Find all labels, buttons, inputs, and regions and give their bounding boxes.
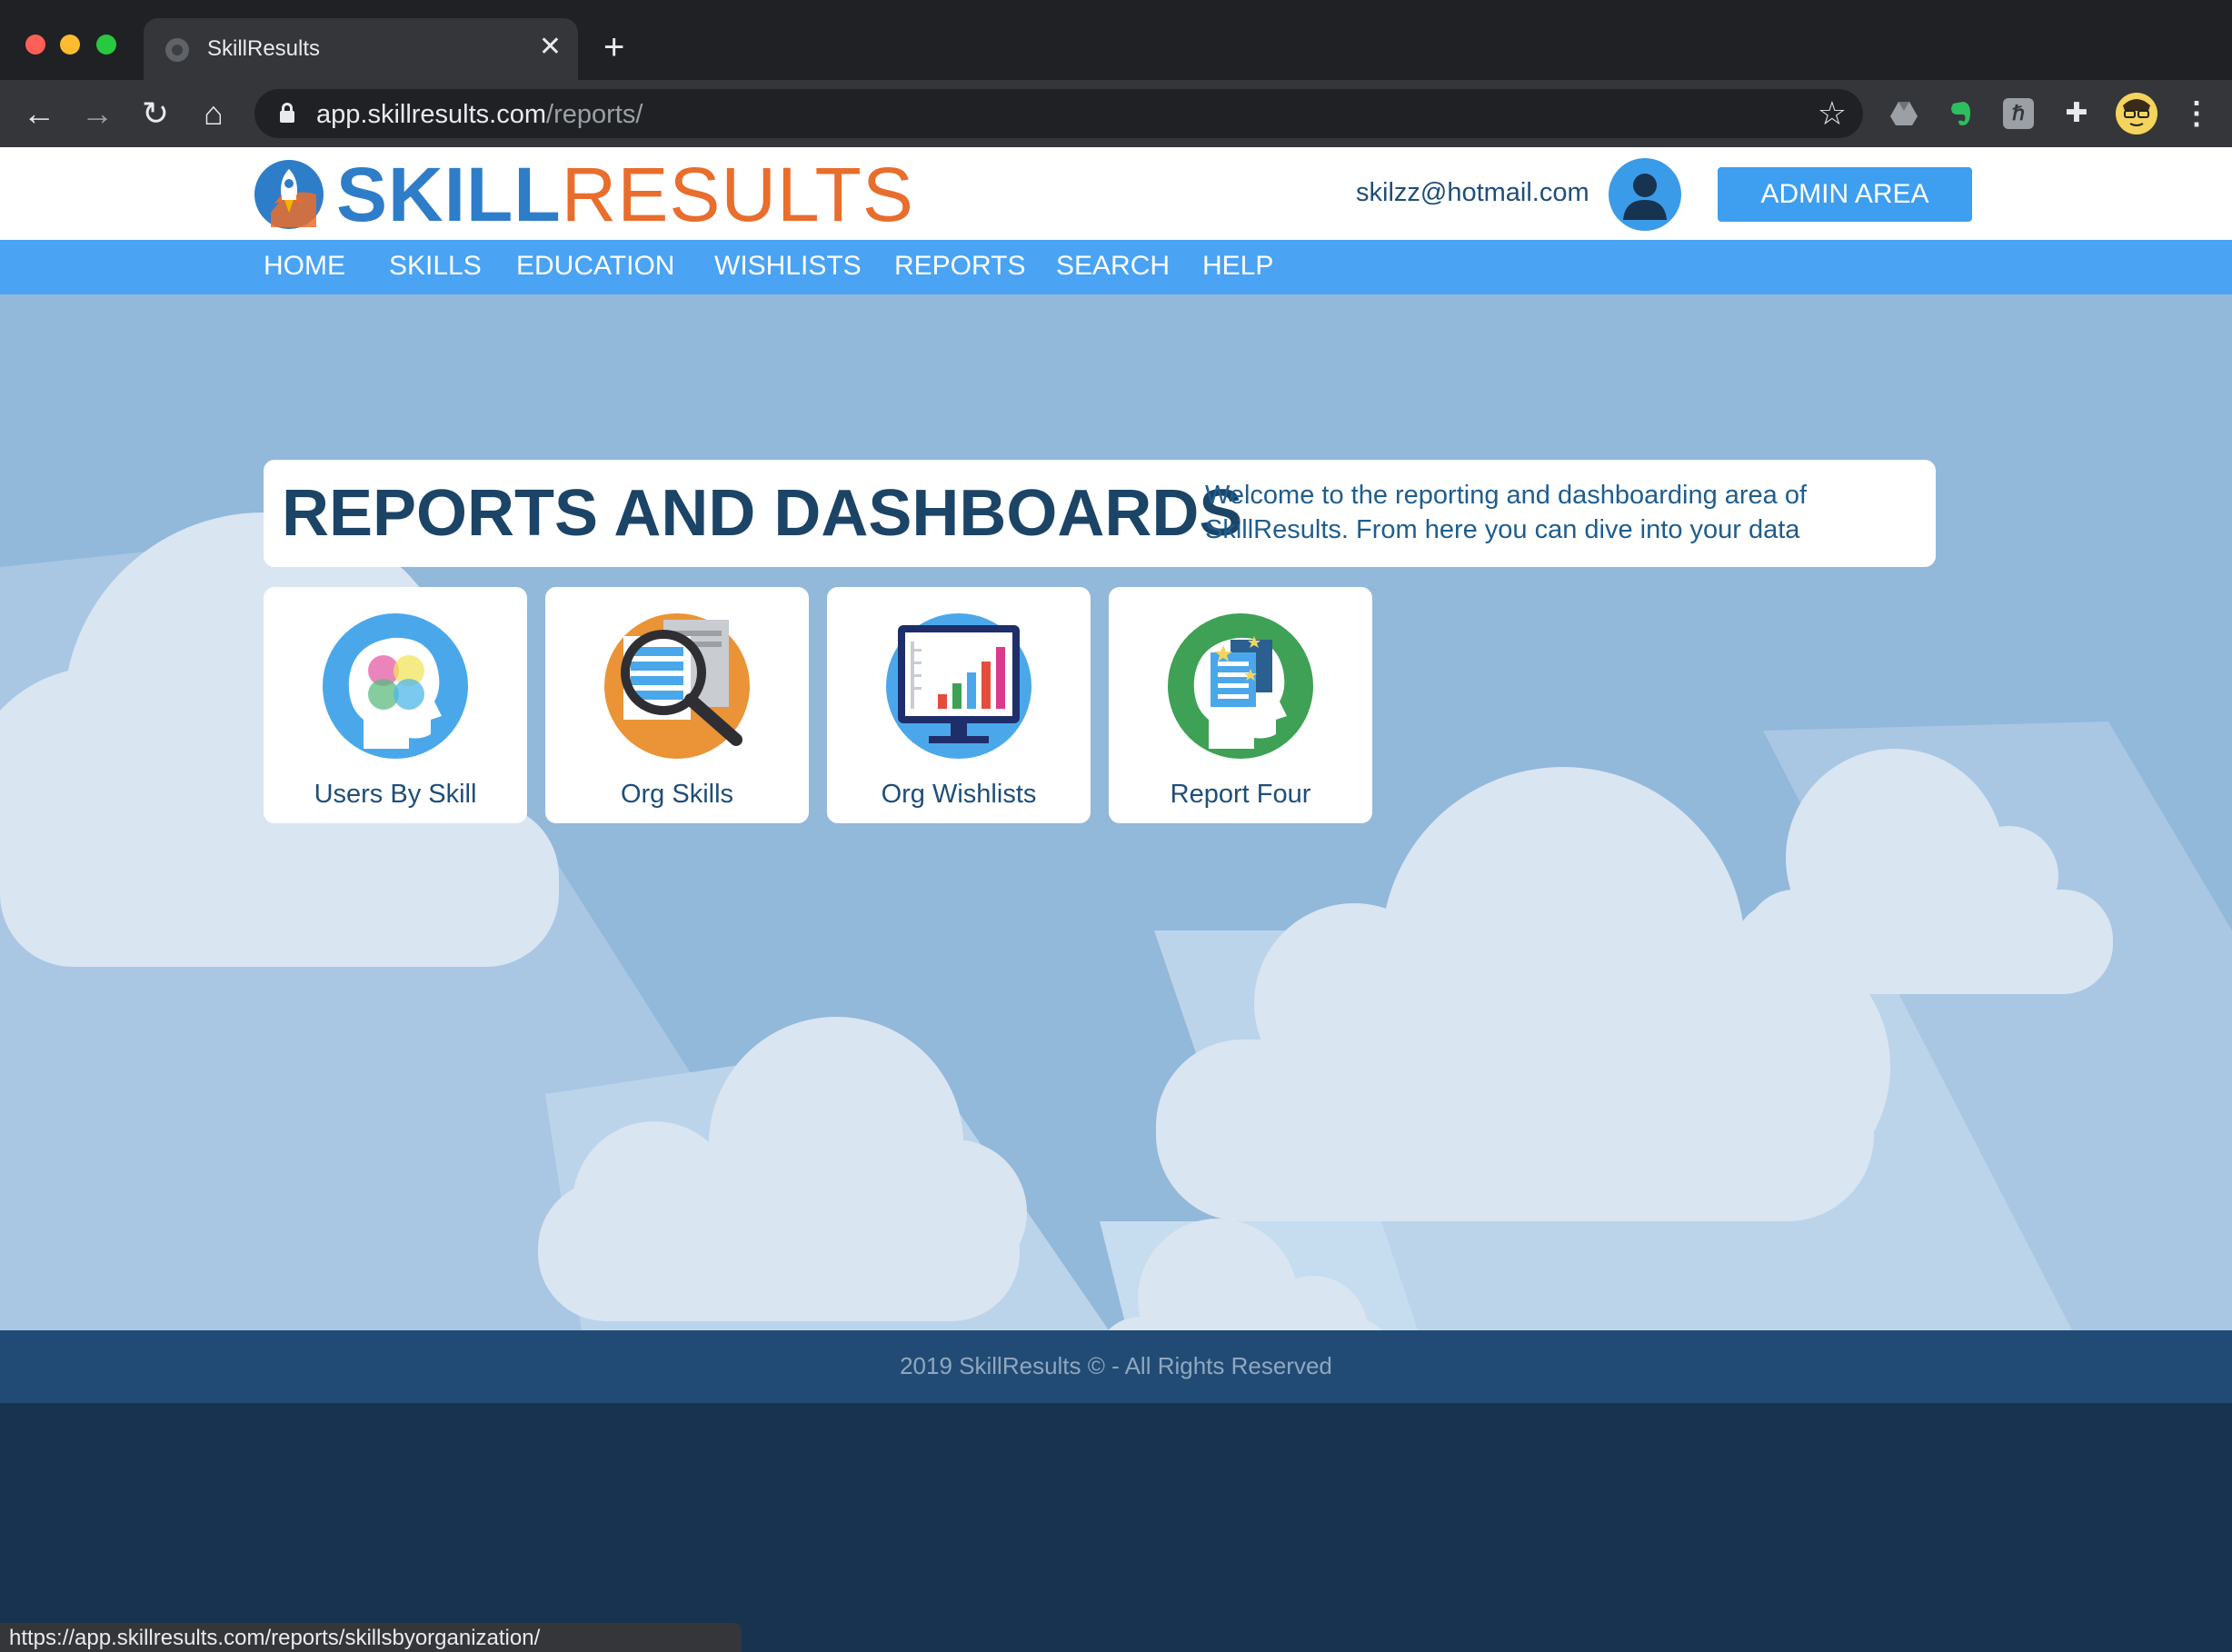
google-drive-icon[interactable]	[1888, 98, 1919, 129]
site-footer: 2019 SkillResults © - All Rights Reserve…	[0, 1330, 2232, 1403]
nav-home[interactable]: HOME	[264, 251, 345, 282]
home-icon[interactable]: ⌂	[193, 93, 234, 134]
close-tab-icon[interactable]: ✕	[539, 31, 562, 64]
bookmark-star-icon[interactable]: ☆	[1818, 96, 1847, 131]
user-email[interactable]: skilzz@hotmail.com	[1356, 178, 1589, 208]
address-bar[interactable]: app.skillresults.com/reports/ ☆	[254, 89, 1863, 138]
main-nav: HOME SKILLS EDUCATION WISHLISTS REPORTS …	[0, 240, 2232, 294]
site-header: SKILLRESULTS skilzz@hotmail.com ADMIN AR…	[0, 147, 2232, 240]
evernote-icon[interactable]	[1945, 98, 1976, 129]
extension-k-icon[interactable]: ℏ	[2003, 98, 2034, 129]
monitor-bar-chart-icon	[886, 613, 1031, 759]
window-minimize-button[interactable]	[60, 35, 80, 55]
magnifier-document-icon	[604, 613, 750, 759]
window-zoom-button[interactable]	[96, 35, 116, 55]
user-avatar[interactable]	[1609, 158, 1681, 231]
page-intro: Welcome to the reporting and dashboardin…	[1205, 481, 1808, 544]
web-page: SKILLRESULTS skilzz@hotmail.com ADMIN AR…	[0, 147, 2232, 1652]
nav-skills[interactable]: SKILLS	[389, 251, 482, 282]
browser-tab[interactable]: SkillResults ✕	[144, 18, 578, 80]
globe-icon	[165, 38, 189, 62]
rocket-logo-icon[interactable]	[253, 158, 325, 231]
nav-wishlists[interactable]: WISHLISTS	[714, 251, 862, 282]
copyright-text: 2019 SkillResults © - All Rights Reserve…	[900, 1352, 1332, 1379]
report-tile-org-wishlists[interactable]: Org Wishlists	[827, 587, 1091, 823]
head-venn-icon	[323, 613, 468, 759]
browser-menu-icon[interactable]: ⋮	[2181, 93, 2212, 134]
site-logo-text[interactable]: SKILLRESULTS	[336, 151, 914, 239]
report-tile-org-skills[interactable]: Org Skills	[545, 587, 809, 823]
new-tab-button[interactable]: +	[603, 29, 624, 65]
tile-label: Users By Skill	[314, 780, 477, 809]
tab-title: SkillResults	[207, 36, 321, 61]
lock-icon	[280, 103, 294, 123]
tile-label: Org Wishlists	[881, 780, 1037, 809]
reload-icon[interactable]: ↻	[135, 93, 176, 134]
report-tile-users-by-skill[interactable]: Users By Skill	[264, 587, 527, 823]
forward-arrow-icon[interactable]: →	[76, 93, 118, 134]
profile-avatar[interactable]	[2116, 93, 2157, 134]
content-area: REPORTS AND DASHBOARDS Welcome to the re…	[0, 294, 2232, 1330]
status-url: https://app.skillresults.com/reports/ski…	[9, 1626, 541, 1650]
status-bar: https://app.skillresults.com/reports/ski…	[0, 1623, 742, 1652]
back-arrow-icon[interactable]: ←	[18, 93, 60, 134]
head-document-icon	[1168, 613, 1313, 759]
browser-tab-strip: SkillResults ✕ +	[0, 0, 2232, 80]
browser-toolbar: ← → ↻ ⌂ app.skillresults.com/reports/ ☆ …	[0, 80, 2232, 147]
page-title: REPORTS AND DASHBOARDS	[282, 477, 1243, 550]
tile-label: Org Skills	[620, 780, 734, 809]
nav-education[interactable]: EDUCATION	[516, 251, 674, 282]
extensions-puzzle-icon[interactable]: ✚	[2061, 98, 2092, 129]
admin-area-button[interactable]: ADMIN AREA	[1718, 167, 1972, 222]
tile-label: Report Four	[1170, 780, 1311, 809]
page-header-card: REPORTS AND DASHBOARDS Welcome to the re…	[264, 460, 1936, 567]
window-close-button[interactable]	[25, 35, 45, 55]
nav-help[interactable]: HELP	[1202, 251, 1273, 282]
nav-search[interactable]: SEARCH	[1056, 251, 1170, 282]
address-url[interactable]: app.skillresults.com/reports/	[316, 100, 643, 130]
nav-reports[interactable]: REPORTS	[894, 251, 1025, 282]
report-tile-report-four[interactable]: Report Four	[1109, 587, 1372, 823]
